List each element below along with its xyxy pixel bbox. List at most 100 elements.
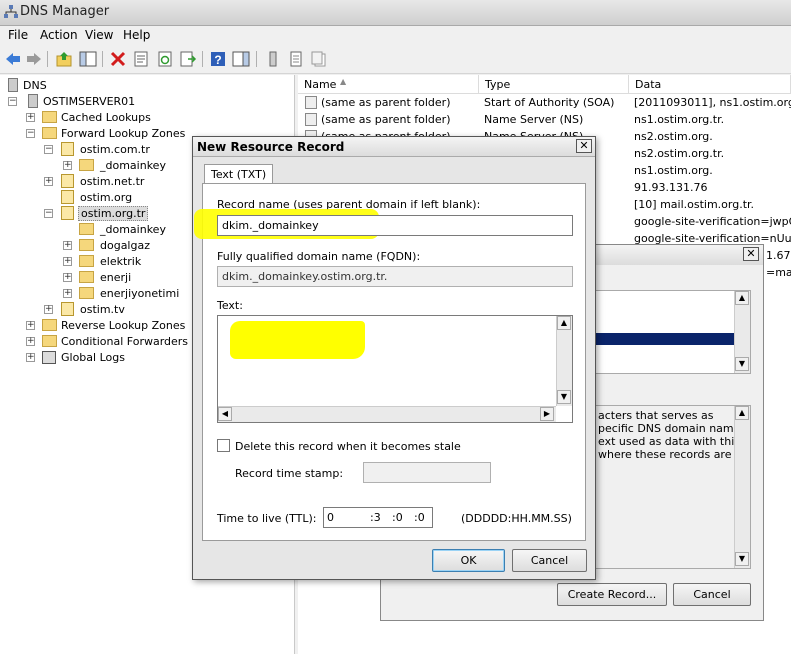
show-hide-action-pane-icon[interactable]	[232, 50, 250, 68]
record-name-input[interactable]: dkim._domainkey	[217, 215, 573, 236]
folder-icon	[79, 223, 94, 235]
cell-type: Name Server (NS)	[484, 113, 584, 126]
tree-node-elektrik[interactable]: + elektrik	[6, 254, 176, 270]
ttl-input[interactable]: 0 :3 :0 :0	[323, 507, 433, 528]
table-row[interactable]: (same as parent folder) Start of Authori…	[298, 95, 791, 112]
scrollbar[interactable]: ▲ ▼	[734, 406, 750, 568]
tree-node-forward-lookup-zones[interactable]: − Forward Lookup Zones	[6, 126, 186, 142]
scroll-left-icon[interactable]: ◀	[218, 407, 232, 421]
tree-node-enerji[interactable]: + enerji	[6, 270, 176, 286]
expand-icon[interactable]: +	[63, 241, 72, 250]
timestamp-field	[363, 462, 491, 483]
cell-data: 91.93.131.76	[634, 181, 708, 194]
tree-node-reverse-lookup-zones[interactable]: + Reverse Lookup Zones	[6, 318, 186, 334]
scroll-up-icon[interactable]: ▲	[735, 291, 749, 305]
scroll-down-icon[interactable]: ▼	[557, 390, 571, 404]
ttl-hours[interactable]: :3	[370, 511, 381, 524]
ok-button[interactable]: OK	[432, 549, 505, 572]
tree-node-global-logs[interactable]: + Global Logs	[6, 350, 186, 366]
expand-icon[interactable]: +	[26, 321, 35, 330]
new-alias-icon[interactable]	[310, 50, 328, 68]
folder-icon	[42, 335, 57, 347]
sort-ascending-icon: ▲	[340, 77, 347, 86]
scroll-down-icon[interactable]: ▼	[735, 357, 749, 371]
expand-icon[interactable]: +	[63, 161, 72, 170]
tree-node-domainkey[interactable]: _domainkey	[6, 222, 176, 238]
ttl-minutes[interactable]: :0	[392, 511, 403, 524]
dns-icon	[8, 78, 18, 92]
scroll-right-icon[interactable]: ▶	[540, 407, 554, 421]
dialog-title-bar: New Resource Record	[193, 137, 595, 157]
tree-node-server[interactable]: − OSTIMSERVER01	[6, 94, 156, 110]
tree-node-zone-ostim-net-tr[interactable]: + ostim.net.tr	[6, 174, 156, 190]
collapse-icon[interactable]: −	[44, 209, 53, 218]
menu-help[interactable]: Help	[123, 28, 150, 42]
tree-node-zone-ostim-tv[interactable]: + ostim.tv	[6, 302, 156, 318]
expand-icon[interactable]: +	[26, 337, 35, 346]
create-record-button[interactable]: Create Record...	[557, 583, 667, 606]
close-icon[interactable]: ✕	[576, 139, 592, 153]
column-header-data[interactable]: Data	[629, 75, 791, 94]
collapse-icon[interactable]: −	[44, 145, 53, 154]
menu-view[interactable]: View	[85, 28, 113, 42]
tree-label: ostim.tv	[80, 303, 125, 316]
expand-icon[interactable]: +	[63, 289, 72, 298]
properties-icon[interactable]	[132, 50, 150, 68]
vertical-scrollbar[interactable]: ▲ ▼	[556, 316, 572, 406]
tree-node-zone-ostim-org[interactable]: ostim.org	[6, 190, 156, 206]
cell-data: ns2.ostim.org.tr.	[634, 147, 725, 160]
cell-data: google-site-verification=jwpGqF	[634, 215, 791, 228]
close-icon[interactable]: ✕	[743, 247, 759, 261]
collapse-icon[interactable]: −	[8, 97, 17, 106]
cell-type: Start of Authority (SOA)	[484, 96, 615, 109]
expand-icon[interactable]: +	[26, 113, 35, 122]
expand-icon[interactable]: +	[44, 305, 53, 314]
tree-node-conditional-forwarders[interactable]: + Conditional Forwarders	[6, 334, 188, 350]
tree-node-domainkey[interactable]: + _domainkey	[6, 158, 176, 174]
menu-file[interactable]: File	[8, 28, 28, 42]
forward-icon[interactable]	[25, 50, 43, 68]
scroll-up-icon[interactable]: ▲	[557, 316, 571, 330]
show-hide-console-tree-icon[interactable]	[79, 50, 97, 68]
scroll-down-icon[interactable]: ▼	[735, 552, 749, 566]
tree-label: dogalgaz	[100, 239, 150, 252]
tree-node-dogalgaz[interactable]: + dogalgaz	[6, 238, 176, 254]
tree-node-cached-lookups[interactable]: + Cached Lookups	[6, 110, 156, 126]
help-icon[interactable]: ?	[209, 50, 227, 68]
text-textarea[interactable]: ▲ ▼ ◀ ▶	[217, 315, 573, 423]
expand-icon[interactable]: +	[44, 177, 53, 186]
ttl-days[interactable]: 0	[327, 511, 334, 524]
back-icon[interactable]	[4, 50, 22, 68]
expand-icon[interactable]: +	[63, 273, 72, 282]
delete-stale-checkbox[interactable]	[217, 439, 230, 452]
new-record-icon[interactable]	[287, 50, 305, 68]
expand-icon[interactable]: +	[26, 353, 35, 362]
cancel-button[interactable]: Cancel	[512, 549, 587, 572]
export-list-icon[interactable]	[179, 50, 197, 68]
ttl-seconds[interactable]: :0	[414, 511, 425, 524]
tab-text-txt[interactable]: Text (TXT)	[204, 164, 274, 184]
column-header-type[interactable]: Type	[479, 75, 629, 94]
tab-panel: Record name (uses parent domain if left …	[194, 183, 586, 541]
table-row[interactable]: (same as parent folder) Name Server (NS)…	[298, 112, 791, 129]
scrollbar[interactable]: ▲ ▼	[734, 291, 750, 373]
tree-node-zone-ostim-org-tr[interactable]: − ostim.org.tr	[6, 206, 156, 222]
expand-icon[interactable]: +	[63, 257, 72, 266]
description-line: where these records are	[598, 448, 732, 461]
refresh-icon[interactable]	[156, 50, 174, 68]
tree-node-enerjiyonetimi[interactable]: + enerjiyonetimi	[6, 286, 196, 302]
cancel-button[interactable]: Cancel	[673, 583, 751, 606]
delete-icon[interactable]	[109, 50, 127, 68]
collapse-icon[interactable]: −	[26, 129, 35, 138]
server-icon[interactable]	[264, 50, 282, 68]
scroll-up-icon[interactable]: ▲	[735, 406, 749, 420]
column-label: Type	[485, 78, 511, 91]
column-header-name[interactable]: Name ▲	[298, 75, 479, 94]
zone-icon	[61, 302, 74, 316]
up-icon[interactable]	[55, 50, 73, 68]
horizontal-scrollbar[interactable]: ◀ ▶	[218, 406, 556, 422]
menu-action[interactable]: Action	[40, 28, 78, 42]
dns-manager-icon	[4, 5, 18, 19]
tree-node-zone-ostim-com-tr[interactable]: − ostim.com.tr	[6, 142, 156, 158]
ttl-format-hint: (DDDDD:HH.MM.SS)	[461, 512, 572, 525]
